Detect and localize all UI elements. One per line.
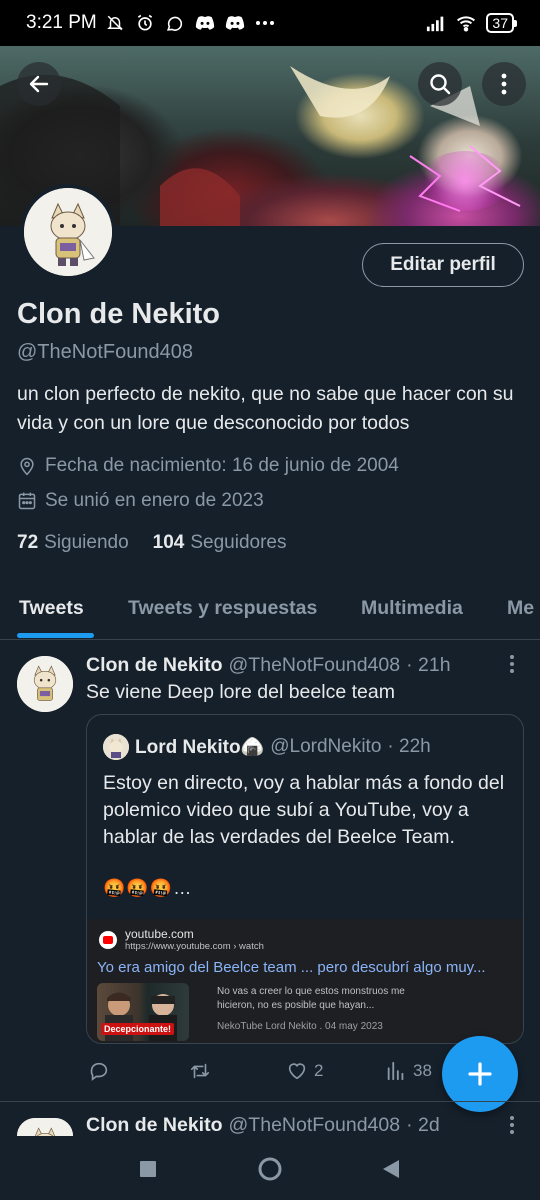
more-options-button[interactable] xyxy=(482,62,526,106)
link-domain: youtube.com xyxy=(125,927,194,941)
tweet-author-handle[interactable]: @TheNotFound408 xyxy=(229,1114,401,1137)
status-bar: 3:21 PM 37 xyxy=(0,0,540,46)
tab-media[interactable]: Multimedia xyxy=(361,580,463,620)
back-nav-button[interactable] xyxy=(376,1154,406,1184)
back-button[interactable] xyxy=(17,62,61,106)
profile-birth: Fecha de nacimiento: 16 de junio de 2004 xyxy=(17,455,399,477)
tweet-text: Se viene Deep lore del beelce team xyxy=(86,681,395,703)
more-vertical-icon xyxy=(501,73,507,95)
quote-avatar xyxy=(103,734,129,760)
more-dots-icon xyxy=(255,13,275,33)
square-icon xyxy=(140,1161,156,1177)
follow-stats: 72 Siguiendo 104 Seguidores xyxy=(17,532,287,554)
profile-handle: @TheNotFound408 xyxy=(17,341,193,363)
tweet-more-button[interactable] xyxy=(502,1115,522,1135)
profile-joined: Se unió en enero de 2023 xyxy=(17,490,264,512)
home-button[interactable] xyxy=(255,1154,285,1184)
youtube-icon xyxy=(99,931,117,949)
reply-button[interactable] xyxy=(88,1060,116,1082)
quote-text: Estoy en directo, voy a hablar más a fon… xyxy=(103,772,505,848)
calendar-icon xyxy=(18,492,36,510)
wifi-icon xyxy=(456,13,476,33)
followers-link[interactable]: 104 Seguidores xyxy=(153,532,287,554)
quote-author-handle: @LordNekito xyxy=(270,736,382,757)
views-count: 38 xyxy=(413,1061,432,1080)
youtube-link-card[interactable]: youtube.com https://www.youtube.com › wa… xyxy=(87,919,523,1043)
circle-icon xyxy=(258,1157,282,1181)
tweet-author-name[interactable]: Clon de Nekito xyxy=(86,1114,223,1137)
tweet-divider xyxy=(0,1101,540,1102)
retweet-icon xyxy=(190,1063,210,1079)
reply-icon xyxy=(90,1062,108,1081)
profile-tabs: Tweets Tweets y respuestas Multimedia Me xyxy=(0,580,540,640)
whatsapp-icon xyxy=(165,13,185,33)
tweet-time[interactable]: · 21h xyxy=(406,654,450,677)
video-thumbnail[interactable]: Decepcionante! xyxy=(97,983,189,1041)
bar-chart-icon xyxy=(387,1061,404,1081)
search-icon xyxy=(430,74,451,95)
following-link[interactable]: 72 Siguiendo xyxy=(17,532,129,554)
tweet-avatar-image xyxy=(17,1118,73,1136)
tweet-header: Clon de Nekito @TheNotFound408 · 21h xyxy=(86,654,451,677)
link-snippet: No vas a creer lo que estos monstruos me… xyxy=(217,986,405,1011)
tweet-avatar[interactable] xyxy=(17,656,73,712)
link-url: https://www.youtube.com › watch xyxy=(125,941,264,952)
tweet-time[interactable]: · 2d xyxy=(406,1114,440,1137)
heart-icon xyxy=(288,1063,306,1080)
retweet-button[interactable] xyxy=(188,1060,218,1082)
arrow-left-icon xyxy=(29,75,49,93)
profile-bio: un clon perfecto de nekito, que no sabe … xyxy=(17,383,514,434)
signal-icon xyxy=(426,13,446,33)
followers-count: 104 xyxy=(152,532,185,553)
tweet-author-name[interactable]: Clon de Nekito xyxy=(86,654,223,677)
avatar-image xyxy=(24,188,112,276)
link-source: NekoTube Lord Nekito . 04 may 2023 xyxy=(217,1021,383,1032)
quote-author-name: Lord Nekito🍙 xyxy=(135,737,265,758)
battery-icon: 37 xyxy=(486,13,517,33)
quoted-tweet[interactable]: Lord Nekito🍙 @LordNekito · 22h Estoy en … xyxy=(86,714,524,1044)
tweet-avatar[interactable] xyxy=(17,1118,73,1136)
tab-tweets[interactable]: Tweets xyxy=(19,580,84,620)
quote-emoji: 🤬🤬🤬… xyxy=(103,878,193,898)
followers-label: Seguidores xyxy=(190,532,287,553)
discord-icon xyxy=(195,13,215,33)
active-tab-indicator xyxy=(17,633,94,638)
like-button[interactable]: 2 xyxy=(286,1060,323,1082)
quote-header: Lord Nekito🍙 @LordNekito · 22h xyxy=(103,734,431,760)
tab-tweets-replies[interactable]: Tweets y respuestas xyxy=(128,580,317,620)
location-pin-icon xyxy=(20,457,34,476)
search-button[interactable] xyxy=(418,62,462,106)
tweet-header: Clon de Nekito @TheNotFound408 · 2d xyxy=(86,1114,440,1137)
following-count: 72 xyxy=(17,532,39,553)
tab-likes[interactable]: Me xyxy=(507,580,534,620)
profile-avatar[interactable] xyxy=(20,184,116,280)
edit-profile-button[interactable]: Editar perfil xyxy=(362,243,524,287)
system-navigation-bar xyxy=(0,1136,540,1200)
discord-icon xyxy=(225,13,245,33)
quote-time: · 22h xyxy=(387,736,431,757)
tweet-more-button[interactable] xyxy=(502,654,522,674)
joined-text: Se unió en enero de 2023 xyxy=(45,490,264,511)
status-time: 3:21 PM xyxy=(26,12,97,33)
views-button[interactable]: 38 xyxy=(385,1060,432,1082)
plus-icon xyxy=(468,1062,492,1086)
following-label: Siguiendo xyxy=(44,532,129,553)
link-title[interactable]: Yo era amigo del Beelce team ... pero de… xyxy=(97,959,486,976)
tweet-author-handle[interactable]: @TheNotFound408 xyxy=(229,654,401,677)
recents-button[interactable] xyxy=(133,1154,163,1184)
birth-text: Fecha de nacimiento: 16 de junio de 2004 xyxy=(45,455,399,476)
thumbnail-badge: Decepcionante! xyxy=(101,1023,175,1035)
like-count: 2 xyxy=(314,1061,324,1080)
profile-name: Clon de Nekito xyxy=(17,298,221,330)
alarm-icon xyxy=(135,13,155,33)
triangle-back-icon xyxy=(383,1160,399,1178)
tweet-avatar-image xyxy=(17,656,73,712)
muted-bell-icon xyxy=(105,13,125,33)
